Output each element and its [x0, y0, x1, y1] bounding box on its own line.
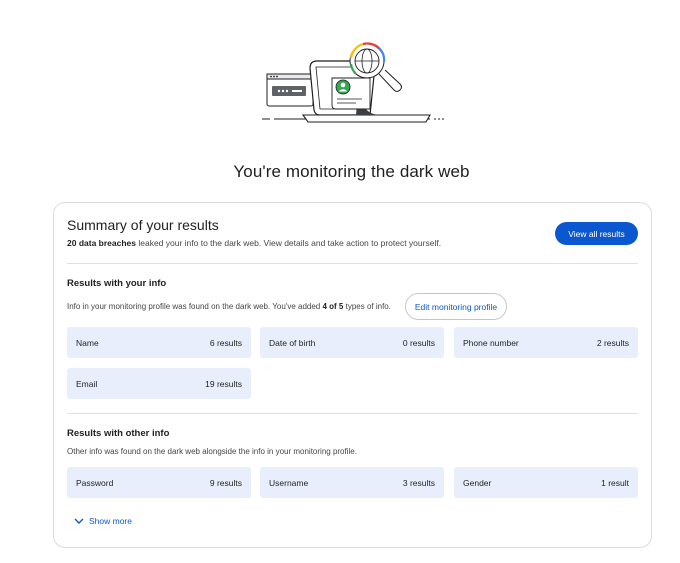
tile-label: Username	[269, 477, 309, 488]
tile-count: 1 result	[601, 477, 629, 488]
your-info-desc-post: types of info.	[343, 302, 391, 311]
summary-description: 20 data breaches leaked your info to the…	[67, 238, 441, 248]
edit-monitoring-profile-button[interactable]: Edit monitoring profile	[405, 293, 507, 320]
result-tile-date-of-birth[interactable]: Date of birth 0 results	[260, 327, 444, 358]
results-with-other-info-title: Results with other info	[67, 428, 170, 439]
tile-count: 3 results	[402, 477, 435, 488]
tile-label: Email	[76, 378, 98, 389]
result-tile-name[interactable]: Name 6 results	[67, 327, 251, 358]
chevron-down-icon	[74, 518, 84, 524]
tile-label: Password	[76, 477, 114, 488]
result-tile-email[interactable]: Email 19 results	[67, 368, 251, 399]
result-tile-gender[interactable]: Gender 1 result	[454, 467, 638, 498]
tile-label: Date of birth	[269, 337, 316, 348]
tile-count: 0 results	[402, 337, 435, 348]
summary-description-text: leaked your info to the dark web. View d…	[135, 238, 442, 248]
tile-label: Gender	[463, 477, 492, 488]
tile-label: Phone number	[463, 337, 519, 348]
tile-count: 19 results	[205, 378, 242, 389]
tile-label: Name	[76, 337, 99, 348]
dark-web-monitoring-illustration	[262, 42, 446, 123]
result-tile-username[interactable]: Username 3 results	[260, 467, 444, 498]
tile-count: 2 results	[596, 337, 629, 348]
show-more-button[interactable]: Show more	[74, 516, 132, 526]
your-info-desc-pre: Info in your monitoring profile was foun…	[67, 302, 323, 311]
show-more-label: Show more	[89, 516, 132, 526]
result-tile-phone-number[interactable]: Phone number 2 results	[454, 327, 638, 358]
result-tile-password[interactable]: Password 9 results	[67, 467, 251, 498]
tile-count: 9 results	[209, 477, 242, 488]
info-types-count: 4 of 5	[322, 302, 344, 311]
page-title: You're monitoring the dark web	[233, 162, 470, 181]
results-with-other-info-description: Other info was found on the dark web alo…	[67, 447, 357, 456]
divider	[67, 263, 638, 264]
results-with-your-info-title: Results with your info	[67, 278, 167, 289]
view-all-results-button[interactable]: View all results	[555, 222, 638, 245]
results-card: Summary of your results 20 data breaches…	[53, 202, 652, 548]
breach-count: 20 data breaches	[67, 238, 136, 248]
tile-count: 6 results	[209, 337, 242, 348]
results-with-your-info-description: Info in your monitoring profile was foun…	[67, 302, 391, 311]
divider	[67, 413, 638, 414]
summary-title: Summary of your results	[67, 217, 219, 233]
